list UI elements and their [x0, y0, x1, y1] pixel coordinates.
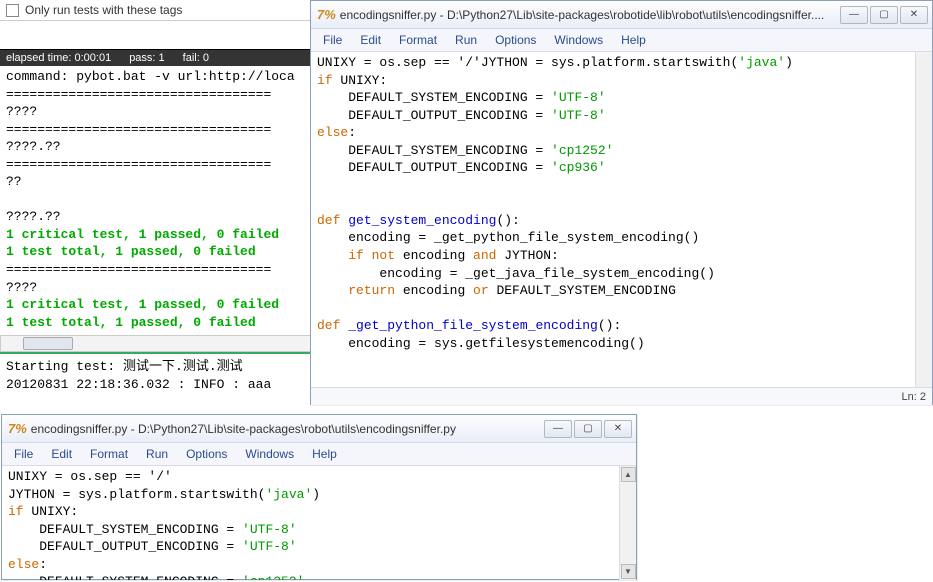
menubar: File Edit Format Run Options Windows Hel… — [311, 29, 932, 52]
fail-count: fail: 0 — [183, 52, 209, 64]
editor-window-2: 7% encodingsniffer.py - D:\Python27\Lib\… — [1, 414, 637, 580]
maximize-button[interactable]: ▢ — [870, 6, 898, 24]
titlebar[interactable]: 7% encodingsniffer.py - D:\Python27\Lib\… — [2, 415, 636, 443]
menu-run[interactable]: Run — [447, 31, 485, 49]
menu-format[interactable]: Format — [391, 31, 445, 49]
maximize-button[interactable]: ▢ — [574, 420, 602, 438]
menu-windows[interactable]: Windows — [546, 31, 611, 49]
menu-format[interactable]: Format — [82, 445, 136, 463]
scrollbar-thumb[interactable] — [23, 337, 73, 350]
tk-icon: 7% — [317, 7, 336, 22]
scroll-down-icon[interactable]: ▼ — [621, 564, 636, 579]
close-button[interactable]: ✕ — [900, 6, 928, 24]
code-editor[interactable]: UNIXY = os.sep == '/'JYTHON = sys.platfo… — [311, 52, 915, 387]
menu-edit[interactable]: Edit — [352, 31, 389, 49]
menu-help[interactable]: Help — [613, 31, 654, 49]
elapsed-time: elapsed time: 0:00:01 — [6, 52, 111, 64]
titlebar[interactable]: 7% encodingsniffer.py - D:\Python27\Lib\… — [311, 1, 932, 29]
statusbar: Ln: 2 — [311, 387, 932, 405]
minimize-button[interactable]: — — [840, 6, 868, 24]
code-editor[interactable]: UNIXY = os.sep == '/' JYTHON = sys.platf… — [2, 466, 619, 580]
pass-count: pass: 1 — [129, 52, 164, 64]
window-title: encodingsniffer.py - D:\Python27\Lib\sit… — [31, 422, 544, 436]
menu-options[interactable]: Options — [178, 445, 235, 463]
minimize-button[interactable]: — — [544, 420, 572, 438]
close-button[interactable]: ✕ — [604, 420, 632, 438]
menu-edit[interactable]: Edit — [43, 445, 80, 463]
menu-options[interactable]: Options — [487, 31, 544, 49]
editor-window-1: 7% encodingsniffer.py - D:\Python27\Lib\… — [310, 0, 933, 405]
menu-file[interactable]: File — [315, 31, 350, 49]
menu-run[interactable]: Run — [138, 445, 176, 463]
window-title: encodingsniffer.py - D:\Python27\Lib\sit… — [340, 8, 840, 22]
menu-file[interactable]: File — [6, 445, 41, 463]
vertical-scrollbar[interactable]: ▲ ▼ — [619, 466, 636, 580]
vertical-scrollbar[interactable] — [915, 52, 932, 387]
line-indicator: Ln: 2 — [902, 391, 926, 403]
scroll-up-icon[interactable]: ▲ — [621, 467, 636, 482]
tag-filter-label: Only run tests with these tags — [25, 3, 182, 17]
tk-icon: 7% — [8, 421, 27, 436]
menu-windows[interactable]: Windows — [237, 445, 302, 463]
tag-filter-checkbox[interactable] — [6, 4, 19, 17]
menu-help[interactable]: Help — [304, 445, 345, 463]
menubar: File Edit Format Run Options Windows Hel… — [2, 443, 636, 466]
